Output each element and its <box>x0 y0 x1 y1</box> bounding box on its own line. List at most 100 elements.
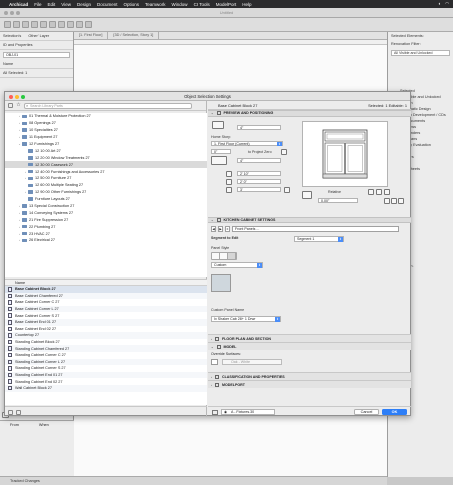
prev-page-button[interactable]: ◀ <box>211 226 216 232</box>
library-part-row[interactable]: Base Cabinet End 02 27 <box>5 326 207 333</box>
tree-folder-row[interactable]: › 10 Specialties 27 <box>5 127 207 134</box>
library-part-row[interactable]: Base Cabinet Chamfered 27 <box>5 292 207 300</box>
wifi-icon[interactable]: ◠ <box>445 1 449 7</box>
panel-style-option[interactable] <box>220 253 228 259</box>
menu-app-name[interactable]: Archicad <box>9 2 28 7</box>
tree-folder-row[interactable]: › 12 90 00 Other Furnishings 27 <box>5 189 207 196</box>
toolbar-button[interactable] <box>13 21 20 28</box>
height-input[interactable]: 3' <box>237 186 281 192</box>
toolbar-button[interactable] <box>4 21 11 28</box>
orientation-icon[interactable] <box>368 188 374 195</box>
width-input[interactable]: 2' 10" <box>237 170 281 176</box>
3d-view-icon[interactable] <box>398 197 404 204</box>
library-view-icon[interactable] <box>16 409 21 415</box>
link-icon[interactable] <box>281 148 287 155</box>
menu-view[interactable]: View <box>61 2 71 7</box>
custom-panel-name-input[interactable]: Ix Shaker Cab 28+ 1 Drwr <box>211 316 281 322</box>
renovation-filter-select[interactable]: All Visible and Unlocked <box>391 50 450 56</box>
library-part-row[interactable]: Standing Cabinet End 01 27 <box>5 371 207 379</box>
close-window-button[interactable] <box>4 11 8 15</box>
tree-folder-row[interactable]: › 23 HVAC 27 <box>5 230 207 237</box>
chain-link-icon[interactable] <box>284 186 290 193</box>
library-search-input[interactable]: Search Library Parts <box>24 102 192 109</box>
page-list-icon[interactable]: ≡ <box>225 226 230 232</box>
library-part-row[interactable]: Base Cabinet Block 27 <box>5 286 207 293</box>
zoom-window-button[interactable] <box>16 11 20 15</box>
library-part-row[interactable]: Standing Cabinet Corner S 27 <box>5 365 207 372</box>
tree-folder-row[interactable]: ⌄ 12 Furnishings 27 <box>5 141 207 148</box>
library-part-row[interactable]: Standing Cabinet Corner C 27 <box>5 352 207 359</box>
tab-first-floor[interactable]: [1. First Floor] <box>74 32 109 39</box>
toolbar-button[interactable] <box>22 21 29 28</box>
library-settings-icon[interactable] <box>8 409 13 415</box>
anchor-point-icon[interactable] <box>384 188 390 195</box>
menu-help[interactable]: Help <box>242 2 251 7</box>
sidebar-toggle-icon[interactable] <box>8 103 13 108</box>
angle-input[interactable]: 0.00° <box>318 197 358 203</box>
depth-input[interactable]: 2' 0" <box>237 178 281 184</box>
menu-design[interactable]: Design <box>77 2 91 7</box>
menu-modelport[interactable]: ModelPort <box>216 2 237 7</box>
home-story-select[interactable]: 1. First Floor (Current) <box>211 140 283 146</box>
library-part-row[interactable]: Standing Cabinet Chamfered 27 <box>5 345 207 352</box>
floor-plan-section-header[interactable]: › FLOOR PLAN AND SECTION <box>208 334 411 342</box>
menu-edit[interactable]: Edit <box>48 2 56 7</box>
toolbar-button[interactable] <box>31 21 38 28</box>
library-part-row[interactable]: Base Cabinet Corner S 27 <box>5 312 207 319</box>
menu-teamwork[interactable]: Teamwork <box>145 2 166 7</box>
from-column-header[interactable]: From <box>10 423 19 427</box>
toolbar-button[interactable] <box>49 21 56 28</box>
library-part-row[interactable]: Base Cabinet Corner L 27 <box>5 305 207 313</box>
modelport-section-header[interactable]: › MODELPORT <box>208 380 411 388</box>
library-part-row[interactable]: Standing Cabinet Block 27 <box>5 339 207 346</box>
tree-folder-row[interactable]: › 12 40 00 Furnishings and Accessories 27 <box>5 168 207 175</box>
tree-folder-row[interactable]: › 13 Special Construction 27 <box>5 203 207 210</box>
tree-folder-row[interactable]: Furniture Layouts 27 <box>5 196 207 203</box>
minimize-window-button[interactable] <box>10 11 14 15</box>
favorites-star-icon[interactable]: ☆ <box>16 103 21 108</box>
menu-document[interactable]: Document <box>97 2 118 7</box>
id-field[interactable]: OBJ-01 <box>3 52 70 58</box>
elevation-input[interactable]: 4" <box>237 157 281 163</box>
tree-folder-row[interactable]: › 11 Equipment 27 <box>5 134 207 141</box>
menu-file[interactable]: File <box>34 2 41 7</box>
library-part-row[interactable]: Wall Cabinet Block 27 <box>5 384 207 392</box>
layer-select[interactable]: ◉ A - Fixtures.30 <box>221 409 275 415</box>
library-part-row[interactable]: Base Cabinet Corner C 27 <box>5 299 207 306</box>
menu-window[interactable]: Window <box>172 2 188 7</box>
tree-folder-row[interactable]: 12 60 00 Multiple Seating 27 <box>5 182 207 189</box>
offset-input[interactable]: 4" <box>237 124 281 130</box>
tree-folder-row[interactable]: 12 30 00 Casework 27 <box>5 161 207 169</box>
tree-folder-row[interactable]: › 26 Electrical 27 <box>5 237 207 244</box>
toolbar-button[interactable] <box>40 21 47 28</box>
tab-3d-selection[interactable]: [3D / Selection, Story 1] <box>108 32 160 39</box>
classification-section-header[interactable]: › CLASSIFICATION AND PROPERTIES <box>208 372 411 380</box>
toolbar-button[interactable] <box>67 21 74 28</box>
model-section-header[interactable]: ⌄ MODEL <box>208 342 411 350</box>
flip-icon[interactable] <box>391 197 397 204</box>
tree-folder-row[interactable]: › 21 Fire Suppression 27 <box>5 216 207 223</box>
menu-options[interactable]: Options <box>124 2 140 7</box>
panel-style-select[interactable]: Custom <box>211 262 263 268</box>
tree-folder-row[interactable]: 12 10 00 Art 27 <box>5 147 207 154</box>
surface-paint-icon[interactable] <box>211 359 218 365</box>
tree-folder-row[interactable]: › 01 Thermal & Moisture Protection 27 <box>5 113 207 120</box>
panel-style-option[interactable] <box>228 253 236 259</box>
next-page-button[interactable]: ▶ <box>218 226 223 232</box>
panel-style-option[interactable] <box>212 253 220 259</box>
tree-folder-row[interactable]: 12 20 00 Window Treatments 27 <box>5 154 207 161</box>
cancel-button[interactable]: Cancel <box>354 409 379 415</box>
when-column-header[interactable]: When <box>39 423 49 427</box>
tree-folder-row[interactable]: › 14 Conveying Systems 27 <box>5 209 207 216</box>
status-icon[interactable]: ◐ <box>438 1 441 7</box>
library-part-row[interactable]: Standing Cabinet Corner L 27 <box>5 358 207 366</box>
dialog-minimize-button[interactable] <box>15 94 19 99</box>
library-part-row[interactable]: Standing Cabinet End 02 27 <box>5 378 207 385</box>
tracked-changes-bar[interactable]: Tracked Changes <box>0 476 387 485</box>
segment-select[interactable]: Segment 1 <box>294 236 344 242</box>
mirror-icon[interactable] <box>376 188 382 195</box>
tree-folder-row[interactable]: › 08 Openings 27 <box>5 120 207 127</box>
toolbar-button[interactable] <box>58 21 65 28</box>
override-surface-select[interactable]: Oak - White <box>222 359 282 365</box>
dialog-close-button[interactable] <box>9 94 13 99</box>
